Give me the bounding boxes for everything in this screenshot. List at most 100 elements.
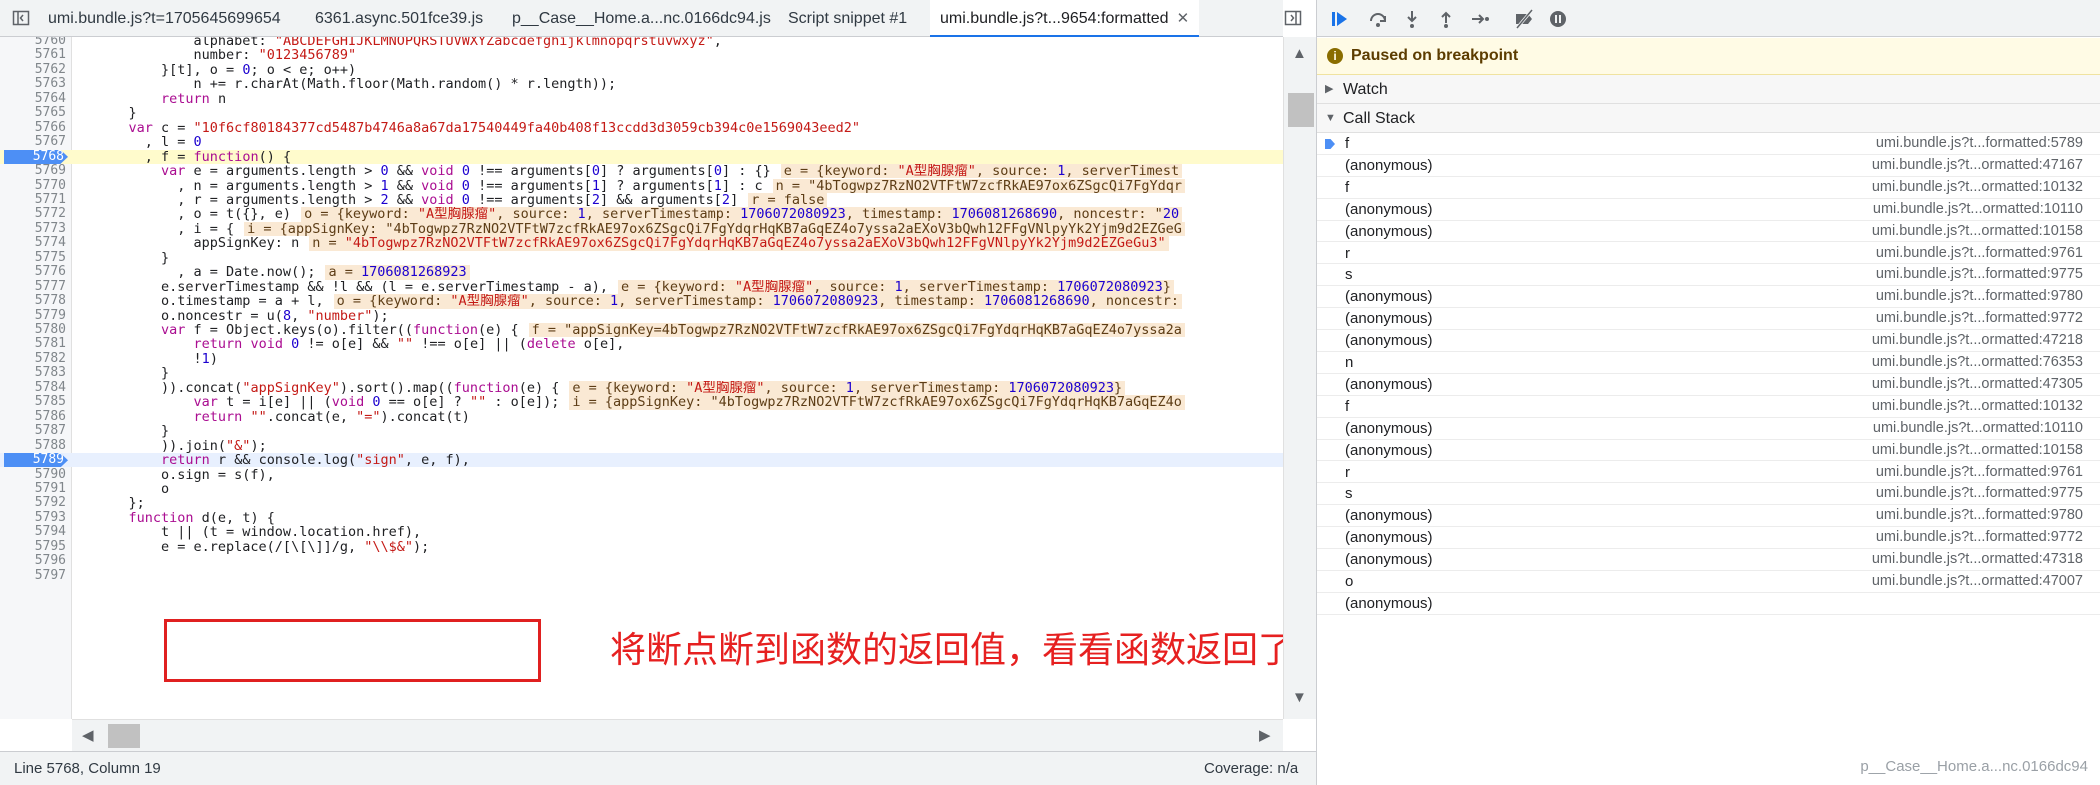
line-number[interactable]: 5764 <box>0 92 66 106</box>
line-number[interactable]: 5792 <box>0 496 66 510</box>
frame-location-link[interactable]: umi.bundle.js?t...ormatted:10132 <box>1872 177 2083 199</box>
toggle-navigator-icon[interactable] <box>12 9 30 27</box>
call-frame[interactable]: (anonymous) umi.bundle.js?t...formatted:9… <box>1317 286 2100 309</box>
frame-location-link[interactable]: umi.bundle.js?t...ormatted:47167 <box>1872 155 2083 177</box>
frame-location-link[interactable]: umi.bundle.js?t...formatted:9780 <box>1876 286 2083 308</box>
line-number[interactable]: 5769 <box>0 164 66 178</box>
call-frame[interactable]: (anonymous) <box>1317 593 2100 615</box>
line-number[interactable]: 5784 <box>0 381 66 395</box>
code-line[interactable]: 5763 n += r.charAt(Math.floor(Math.rando… <box>0 77 1283 91</box>
line-number[interactable]: 5771 <box>0 193 66 207</box>
frame-location-link[interactable]: umi.bundle.js?t...formatted:9780 <box>1876 505 2083 527</box>
frame-location-link[interactable]: umi.bundle.js?t...formatted:5789 <box>1876 133 2083 155</box>
frame-location-link[interactable]: umi.bundle.js?t...ormatted:10132 <box>1872 396 2083 418</box>
line-number[interactable]: 5791 <box>0 482 66 496</box>
horizontal-scroll-thumb[interactable] <box>108 724 140 748</box>
line-number[interactable]: 5790 <box>0 468 66 482</box>
call-frame[interactable]: (anonymous) umi.bundle.js?t...formatted:9… <box>1317 527 2100 550</box>
frame-location-link[interactable]: umi.bundle.js?t...ormatted:10158 <box>1872 440 2083 462</box>
code-line[interactable]: 5782 !1) <box>0 352 1283 366</box>
line-number[interactable]: 5775 <box>0 251 66 265</box>
call-frame[interactable]: r umi.bundle.js?t...formatted:9761 <box>1317 243 2100 265</box>
code-line[interactable]: 5769 var e = arguments.length > 0 && voi… <box>0 164 1283 179</box>
frame-location-link[interactable]: umi.bundle.js?t...formatted:9761 <box>1876 243 2083 265</box>
call-frame[interactable]: (anonymous) umi.bundle.js?t...ormatted:10… <box>1317 418 2100 440</box>
code-line[interactable]: 5781 return void 0 != o[e] && "" !== o[e… <box>0 337 1283 351</box>
toggle-debugger-icon[interactable] <box>1284 9 1302 27</box>
call-frame[interactable]: (anonymous) umi.bundle.js?t...ormatted:10… <box>1317 221 2100 243</box>
call-frame[interactable]: r umi.bundle.js?t...formatted:9761 <box>1317 462 2100 484</box>
editor-tab[interactable]: p__Case__Home.a...nc.0166dc94.js <box>502 0 781 37</box>
line-number[interactable]: 5782 <box>0 352 66 366</box>
pause-on-exceptions-icon[interactable] <box>1547 8 1569 30</box>
code-line[interactable]: 5789 return r && console.log("sign", e, … <box>0 453 1283 468</box>
resume-icon[interactable] <box>1329 8 1351 30</box>
code-line[interactable]: 5761 number: "0123456789" <box>0 48 1283 62</box>
frame-location-link[interactable]: umi.bundle.js?t...formatted:9775 <box>1876 483 2083 505</box>
frame-location-link[interactable]: umi.bundle.js?t...formatted:9761 <box>1876 462 2083 484</box>
call-frame[interactable]: (anonymous) umi.bundle.js?t...ormatted:10… <box>1317 440 2100 462</box>
vertical-scrollbar[interactable]: ▲ ▼ <box>1283 37 1316 719</box>
scroll-left-icon[interactable]: ◀ <box>82 726 94 744</box>
code-line[interactable]: 5790 o.sign = s(f), <box>0 468 1283 482</box>
line-number[interactable]: 5778 <box>0 294 66 308</box>
call-frame[interactable]: f umi.bundle.js?t...ormatted:10132 <box>1317 177 2100 199</box>
step-into-icon[interactable] <box>1401 8 1423 30</box>
close-tab-icon[interactable]: ✕ <box>1177 10 1190 27</box>
watch-section-header[interactable]: ▶ Watch <box>1317 75 2100 104</box>
step-out-icon[interactable] <box>1435 8 1457 30</box>
horizontal-scrollbar[interactable]: ◀ ▶ <box>72 719 1283 751</box>
line-number[interactable]: 5785 <box>0 395 66 409</box>
code-line[interactable]: 5770 , n = arguments.length > 1 && void … <box>0 178 1283 193</box>
code-line[interactable]: 5767 , l = 0 <box>0 135 1283 149</box>
line-number[interactable]: 5762 <box>0 63 66 77</box>
code-line[interactable]: 5794 t || (t = window.location.href), <box>0 525 1283 539</box>
frame-location-link[interactable]: umi.bundle.js?t...ormatted:10158 <box>1872 221 2083 243</box>
line-number[interactable]: 5760 <box>0 37 66 48</box>
code-line[interactable]: 5762 }[t], o = 0; o < e; o++) <box>0 63 1283 77</box>
code-line[interactable]: 5795 e = e.replace(/[\[\]]/g, "\\$&"); <box>0 540 1283 554</box>
line-number[interactable]: 5761 <box>0 48 66 62</box>
code-line[interactable]: 5793 function d(e, t) { <box>0 511 1283 525</box>
editor-tab[interactable]: Script snippet #1 <box>778 0 917 37</box>
frame-location-link[interactable]: umi.bundle.js?t...ormatted:47007 <box>1872 571 2083 593</box>
line-number[interactable]: 5779 <box>0 309 66 323</box>
call-frame[interactable]: s umi.bundle.js?t...formatted:9775 <box>1317 264 2100 287</box>
scroll-down-icon[interactable]: ▼ <box>1292 689 1307 706</box>
frame-location-link[interactable]: umi.bundle.js?t...ormatted:76353 <box>1872 352 2083 374</box>
code-area[interactable]: 5760 alphabet: "ABCDEFGHIJKLMNOPQRSTUVWX… <box>0 37 1283 719</box>
call-frame[interactable]: s umi.bundle.js?t...formatted:9775 <box>1317 483 2100 506</box>
code-line[interactable]: 5768 , f = function() { <box>0 149 1283 165</box>
call-frame[interactable]: (anonymous) umi.bundle.js?t...ormatted:47… <box>1317 549 2100 571</box>
code-line[interactable]: 5792 }; <box>0 496 1283 510</box>
line-number[interactable]: 5763 <box>0 77 66 91</box>
code-line[interactable]: 5771 , r = arguments.length > 2 && void … <box>0 192 1283 208</box>
code-line[interactable]: 5780 var f = Object.keys(o).filter((func… <box>0 323 1283 338</box>
code-line[interactable]: 5760 alphabet: "ABCDEFGHIJKLMNOPQRSTUVWX… <box>0 37 1283 48</box>
call-frame[interactable]: f umi.bundle.js?t...formatted:5789 <box>1317 133 2100 155</box>
call-frame[interactable]: (anonymous) umi.bundle.js?t...ormatted:10… <box>1317 199 2100 221</box>
frame-location-link[interactable]: umi.bundle.js?t...ormatted:47318 <box>1872 549 2083 571</box>
line-number[interactable]: 5788 <box>0 439 66 453</box>
line-number[interactable]: 5777 <box>0 280 66 294</box>
line-number[interactable]: 5781 <box>0 337 66 351</box>
code-line[interactable]: 5765 } <box>0 106 1283 120</box>
frame-location-link[interactable]: umi.bundle.js?t...ormatted:47305 <box>1872 374 2083 396</box>
line-number[interactable]: 5793 <box>0 511 66 525</box>
deactivate-breakpoints-icon[interactable] <box>1513 8 1535 30</box>
line-number[interactable]: 5773 <box>0 222 66 236</box>
call-frame[interactable]: (anonymous) umi.bundle.js?t...formatted:9… <box>1317 505 2100 528</box>
code-line[interactable]: 5784 )).concat("appSignKey").sort().map(… <box>0 380 1283 396</box>
line-number[interactable]: 5796 <box>0 554 66 568</box>
editor-tab[interactable]: umi.bundle.js?t...9654:formatted ✕ <box>930 0 1200 37</box>
code-line[interactable]: 5779 o.noncestr = u(8, "number"); <box>0 309 1283 323</box>
code-line[interactable]: 5787 } <box>0 424 1283 438</box>
call-frame[interactable]: n umi.bundle.js?t...ormatted:76353 <box>1317 352 2100 374</box>
code-line[interactable]: 5776 , a = Date.now(); a = 1706081268923 <box>0 265 1283 280</box>
scroll-up-icon[interactable]: ▲ <box>1292 45 1307 62</box>
call-frame[interactable]: (anonymous) umi.bundle.js?t...ormatted:47… <box>1317 330 2100 352</box>
code-line[interactable]: 5764 return n <box>0 92 1283 106</box>
call-frame[interactable]: (anonymous) umi.bundle.js?t...formatted:9… <box>1317 308 2100 331</box>
line-number[interactable]: 5772 <box>0 207 66 221</box>
code-line[interactable]: 5766 var c = "10f6cf80184377cd5487b4746a… <box>0 121 1283 135</box>
